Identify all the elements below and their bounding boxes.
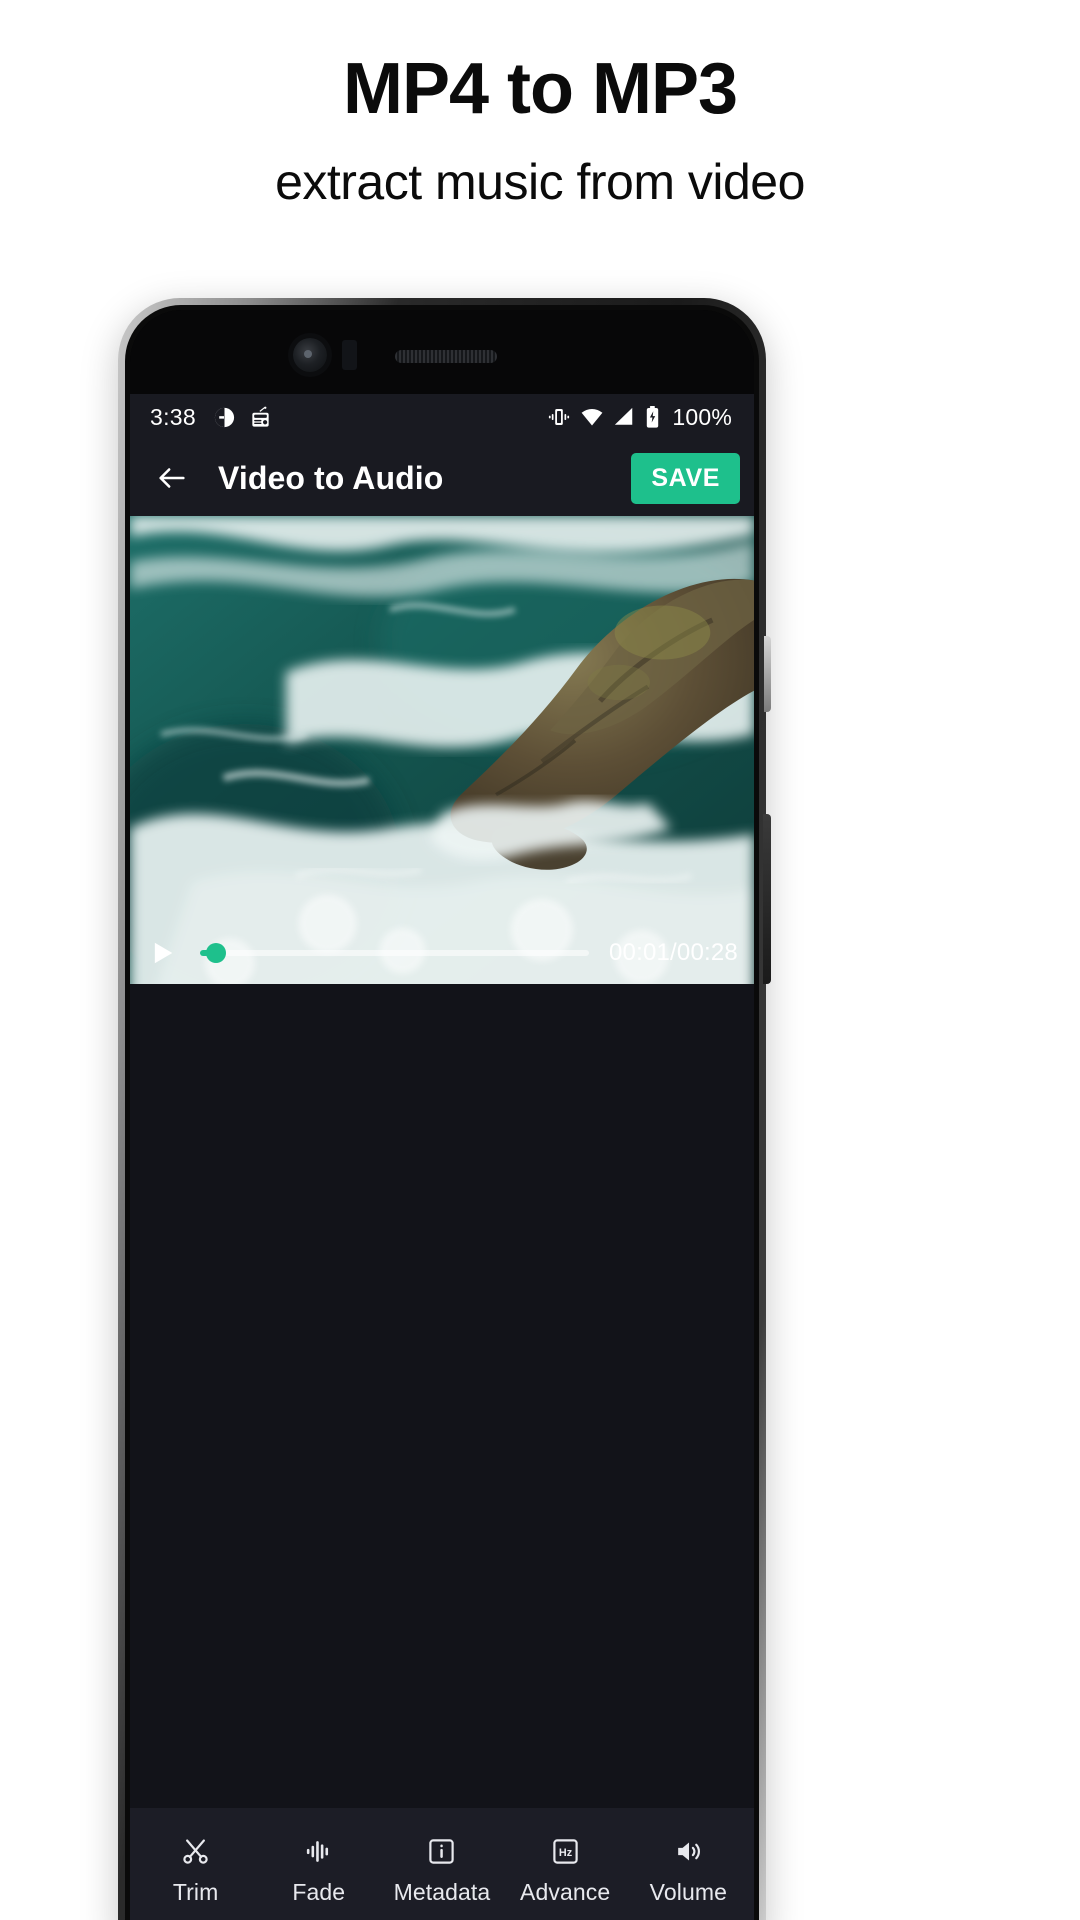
phone-bezel: 3:38 100% Video to Audio SAVE 00:01/00:2… [130,310,754,1920]
tool-trim-label: Trim [172,1879,219,1905]
waveform-icon [303,1834,334,1868]
app-screen: 3:38 100% Video to Audio SAVE 00:01/00:2… [130,394,754,1920]
power-button[interactable] [764,636,771,712]
arrow-left-icon [155,461,189,495]
battery-percent-label: 100% [672,403,732,430]
status-bar-time: 3:38 [150,403,196,430]
do-not-disturb-icon [213,406,236,429]
tool-advance-label: Advance [520,1879,611,1905]
wifi-icon [580,405,604,429]
tool-trim[interactable]: Trim [137,1834,255,1906]
tool-metadata-label: Metadata [393,1879,491,1905]
video-controls: 00:01/00:28 [130,922,754,984]
bottom-toolbar: Trim Fade Metadata Hz Advance Volume [130,1808,754,1920]
editor-body-area [130,984,754,1808]
page-title: MP4 to MP3 [342,49,738,129]
volume-rocker-button[interactable] [763,814,771,984]
signal-icon [613,406,635,428]
app-bar: Video to Audio SAVE [130,440,754,516]
play-button[interactable] [146,936,180,970]
video-time-label: 00:01/00:28 [609,939,738,966]
phone-top-strip [130,310,754,394]
back-button[interactable] [148,454,196,502]
info-box-icon [426,1834,457,1868]
video-frame-image [130,516,754,984]
promo-page: MP4 to MP3 extract music from video 3:38 [0,0,1080,1920]
play-icon [149,938,177,968]
vibrate-icon [547,405,571,429]
radio-icon [249,406,272,429]
tool-volume-label: Volume [649,1879,727,1905]
tool-fade[interactable]: Fade [260,1834,378,1906]
phone-inner-frame: 3:38 100% Video to Audio SAVE 00:01/00:2… [125,305,759,1920]
save-button[interactable]: SAVE [631,452,740,504]
svg-text:Hz: Hz [559,1847,573,1859]
tool-advance[interactable]: Hz Advance [506,1834,624,1906]
tool-volume[interactable]: Volume [629,1834,747,1906]
front-camera-icon [293,338,327,372]
status-bar: 3:38 100% [130,394,754,440]
phone-mockup: 3:38 100% Video to Audio SAVE 00:01/00:2… [118,298,771,1920]
tool-fade-label: Fade [292,1879,346,1905]
status-bar-system-icons: 100% [547,404,732,431]
hz-box-icon: Hz [550,1834,581,1868]
tool-metadata[interactable]: Metadata [383,1834,501,1906]
volume-icon [673,1834,704,1868]
seek-bar[interactable] [200,943,589,963]
app-bar-title: Video to Audio [218,459,444,496]
earpiece-speaker-icon [395,350,497,363]
proximity-sensor-icon [342,340,357,370]
video-preview[interactable]: 00:01/00:28 [130,516,754,984]
page-subtitle: extract music from video [275,154,805,210]
battery-icon [644,405,661,429]
scissors-icon [180,1834,211,1868]
status-bar-notification-icons [213,406,272,429]
seek-bar-thumb[interactable] [206,943,227,963]
